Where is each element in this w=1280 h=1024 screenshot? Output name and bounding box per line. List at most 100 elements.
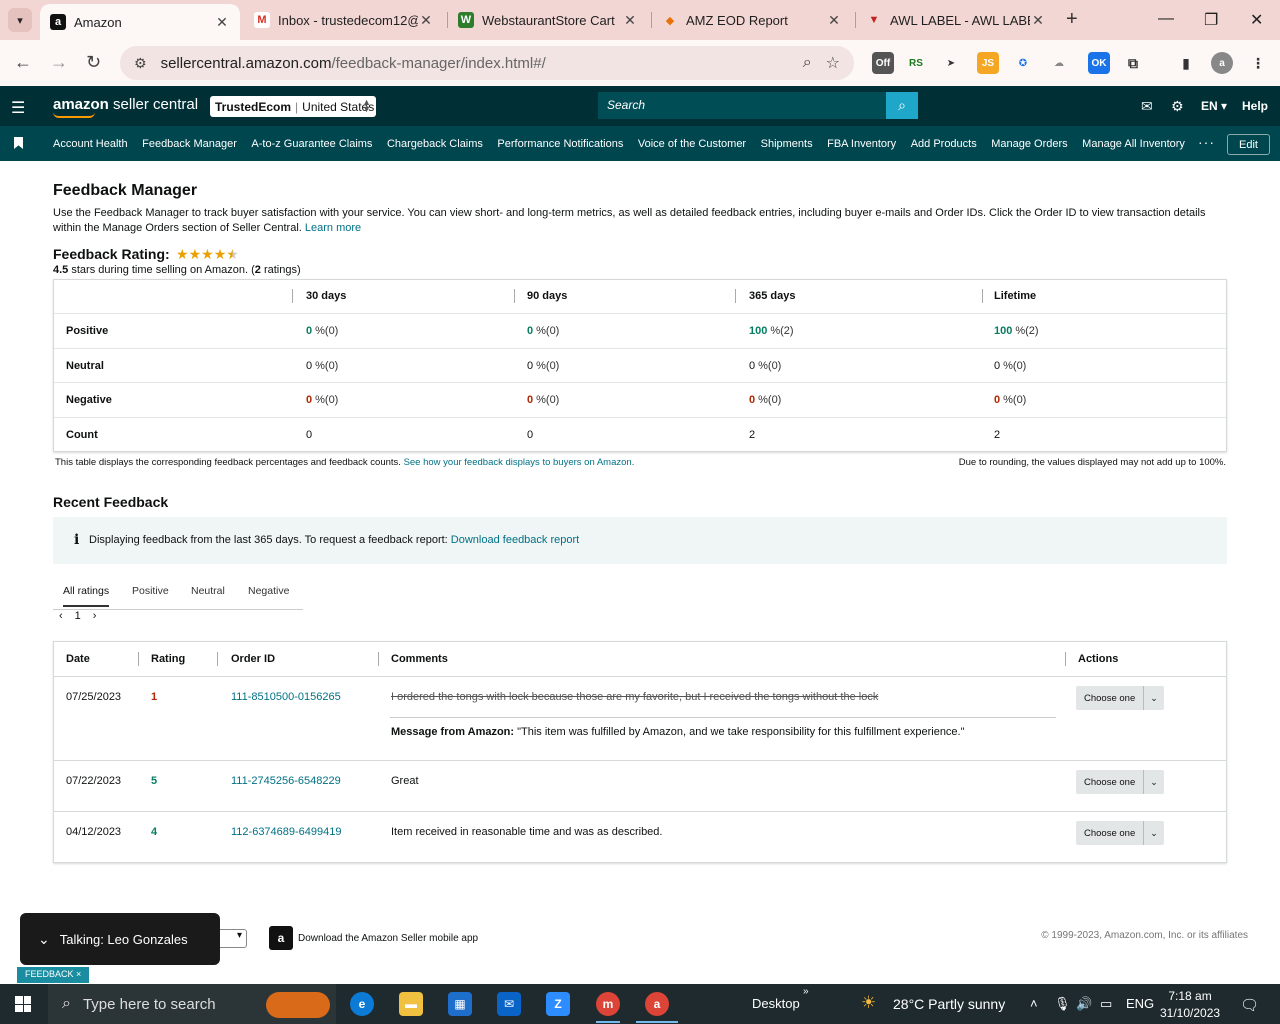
tray-chevron-icon[interactable]: ˄ [1030, 996, 1038, 1011]
side-panel-icon[interactable]: ▮ [1175, 52, 1197, 74]
order-id-link[interactable]: 111-2745256-6548229 [231, 775, 341, 787]
nav-link-add-products[interactable]: Add Products [911, 138, 977, 150]
toolbar-expand-icon[interactable]: » [803, 986, 809, 997]
help-link[interactable]: Help [1242, 99, 1268, 113]
file-explorer-icon[interactable]: ▬ [399, 992, 423, 1016]
nav-link-account-health[interactable]: Account Health [53, 138, 128, 150]
learn-more-link[interactable]: Learn more [305, 222, 361, 234]
address-bar[interactable]: ⚙ sellercentral.amazon.com/feedback-mana… [120, 46, 854, 80]
new-tab-button[interactable]: + [1066, 8, 1078, 31]
table-note-text: This table displays the corresponding fe… [55, 457, 401, 468]
prev-page-icon[interactable]: ‹ [59, 610, 63, 622]
chevron-down-icon[interactable]: ⌄ [1144, 828, 1164, 839]
chrome-icon[interactable]: a [645, 992, 669, 1016]
call-widget[interactable]: ⌄ Talking: Leo Gonzales [20, 913, 220, 965]
chrome-profile-icon[interactable]: m [596, 992, 620, 1016]
action-dropdown[interactable]: Choose one ⌄ [1076, 686, 1164, 710]
order-id-link[interactable]: 111-8510500-0156265 [231, 691, 341, 703]
nav-link-shipments[interactable]: Shipments [761, 138, 813, 150]
extension-rs-icon[interactable]: RS [905, 52, 927, 74]
extension-gear-icon[interactable]: ✪ [1012, 52, 1034, 74]
nav-link-voice-of-the-customer[interactable]: Voice of the Customer [638, 138, 746, 150]
language-selector[interactable]: EN ▾ [1201, 99, 1227, 113]
close-tab-icon[interactable]: ✕ [214, 14, 230, 31]
settings-gear-icon[interactable]: ⚙ [1171, 98, 1184, 115]
network-icon[interactable]: ▭ [1100, 996, 1112, 1012]
close-tab-icon[interactable]: ✕ [622, 12, 638, 29]
forward-icon[interactable]: → [50, 52, 68, 73]
extension-off-icon[interactable]: Off [872, 52, 894, 74]
hamburger-menu-icon[interactable]: ☰ [11, 98, 25, 118]
minimize-icon[interactable]: — [1158, 10, 1174, 28]
bookmark-icon[interactable] [14, 137, 23, 149]
tab-all-ratings[interactable]: All ratings [63, 585, 110, 607]
tab-webstaurant[interactable]: W WebstaurantStore Cart ✕ [448, 0, 648, 40]
tab-neutral[interactable]: Neutral [191, 585, 225, 597]
more-options-icon[interactable]: ··· [1198, 134, 1215, 150]
action-dropdown[interactable]: Choose one ⌄ [1076, 821, 1164, 845]
nav-link-chargeback-claims[interactable]: Chargeback Claims [387, 138, 483, 150]
close-tab-icon[interactable]: ✕ [418, 12, 434, 29]
next-page-icon[interactable]: › [93, 610, 97, 622]
close-tab-icon[interactable]: ✕ [826, 12, 842, 29]
nav-link-manage-all-inventory[interactable]: Manage All Inventory [1082, 138, 1185, 150]
volume-icon[interactable]: 🔊 [1076, 996, 1092, 1012]
chevron-down-icon[interactable]: ⌄ [1144, 693, 1164, 704]
tab-eod-report[interactable]: ◆ AMZ EOD Report ✕ [652, 0, 852, 40]
download-report-link[interactable]: Download feedback report [451, 534, 579, 546]
search-icon[interactable]: ⌕ [886, 92, 918, 119]
order-id-link[interactable]: 112-6374689-6499419 [231, 826, 342, 838]
nav-link-a-to-z-guarantee-claims[interactable]: A-to-z Guarantee Claims [251, 138, 372, 150]
zoom-icon[interactable]: ⌕ [803, 54, 812, 72]
back-icon[interactable]: ← [14, 52, 32, 73]
site-info-icon[interactable]: ⚙ [134, 55, 147, 72]
close-tab-icon[interactable]: ✕ [1030, 12, 1046, 29]
nav-link-feedback-manager[interactable]: Feedback Manager [142, 138, 237, 150]
edge-icon[interactable]: e [350, 992, 374, 1016]
nav-link-manage-orders[interactable]: Manage Orders [991, 138, 1067, 150]
current-page[interactable]: 1 [75, 610, 81, 622]
tab-inbox[interactable]: M Inbox - trustedecom12@ ✕ [244, 0, 444, 40]
extension-arrow-icon[interactable]: ➤ [940, 52, 962, 74]
search-input[interactable]: Search [598, 92, 886, 119]
action-dropdown[interactable]: Choose one ⌄ [1076, 770, 1164, 794]
tab-awl-label[interactable]: ▼ AWL LABEL - AWL LABEL ✕ [856, 0, 1056, 40]
nav-link-performance-notifications[interactable]: Performance Notifications [497, 138, 623, 150]
mobile-app-link[interactable]: Download the Amazon Seller mobile app [298, 933, 478, 944]
seller-central-logo[interactable]: amazon seller central [53, 96, 198, 118]
zoom-app-icon[interactable]: Z [546, 992, 570, 1016]
desktop-toolbar[interactable]: Desktop [752, 996, 800, 1011]
restore-icon[interactable]: ❐ [1204, 10, 1218, 30]
nav-link-fba-inventory[interactable]: FBA Inventory [827, 138, 896, 150]
mail-icon[interactable]: ✉ [1141, 98, 1153, 115]
edit-nav-button[interactable]: Edit [1227, 134, 1270, 155]
microphone-icon[interactable]: 🎙 [1054, 996, 1071, 1012]
tab-amazon[interactable]: a Amazon ✕ [40, 4, 240, 40]
bookmark-star-icon[interactable]: ☆ [826, 53, 840, 73]
profile-avatar[interactable]: a [1211, 52, 1233, 74]
metrics-value: 0 [527, 428, 534, 441]
account-switcher[interactable]: TrustedEcom | United States ▲ ▼ [210, 96, 376, 117]
tab-positive[interactable]: Positive [132, 585, 169, 597]
extension-js-icon[interactable]: JS [977, 52, 999, 74]
language-indicator[interactable]: ENG [1126, 996, 1154, 1011]
browser-menu-icon[interactable]: ⋮ [1247, 52, 1269, 74]
feedback-badge[interactable]: FEEDBACK × [17, 967, 89, 983]
close-window-icon[interactable]: ✕ [1250, 10, 1263, 30]
extension-ok-icon[interactable]: OK [1088, 52, 1110, 74]
store-icon[interactable]: ▦ [448, 992, 472, 1016]
extensions-puzzle-icon[interactable]: ⧉ [1122, 52, 1144, 74]
clock[interactable]: 7:18 am 31/10/2023 [1160, 988, 1220, 1022]
taskbar-search[interactable]: ⌕ Type here to search [48, 984, 336, 1024]
tab-negative[interactable]: Negative [248, 585, 289, 597]
chevron-down-icon[interactable]: ⌄ [1144, 777, 1164, 788]
feedback-display-link[interactable]: See how your feedback displays to buyers… [404, 457, 635, 468]
mail-app-icon[interactable]: ✉ [497, 992, 521, 1016]
notifications-icon[interactable]: 🗨 [1240, 996, 1259, 1014]
tab-search-button[interactable]: ▾ [8, 8, 32, 32]
reload-icon[interactable]: ↻ [86, 52, 101, 73]
extension-cloud-icon[interactable]: ☁ [1048, 52, 1070, 74]
weather-text[interactable]: 28°C Partly sunny [893, 996, 1005, 1012]
windows-start-icon[interactable] [15, 996, 31, 1012]
chevron-down-icon[interactable]: ⌄ [38, 931, 50, 948]
